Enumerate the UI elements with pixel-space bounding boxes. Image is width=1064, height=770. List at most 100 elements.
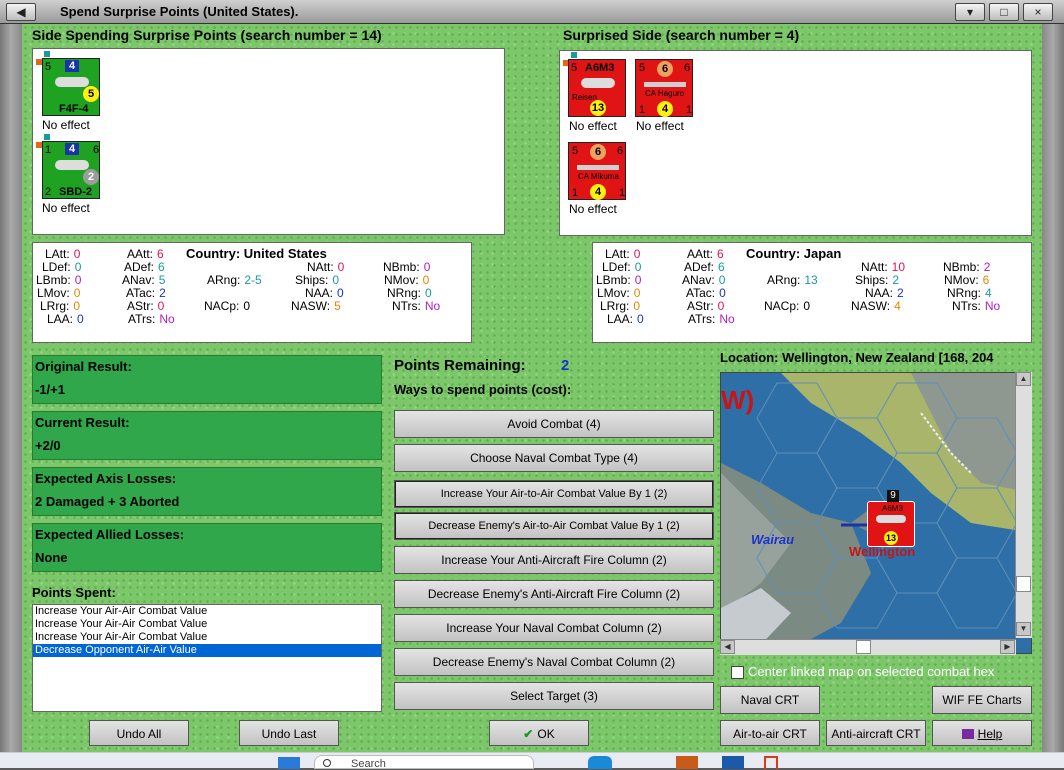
center-map-label: Center linked map on selected combat hex — [748, 664, 995, 679]
stat-ntrs: NTrs: No — [952, 299, 1001, 313]
ok-label: OK — [537, 727, 555, 741]
increase-air-combat-button[interactable]: Increase Your Air-to-Air Combat Value By… — [394, 480, 714, 508]
stat-nasw: NASW: 5 — [291, 299, 341, 313]
window-frame-right — [1042, 24, 1064, 768]
edge-icon[interactable] — [588, 756, 612, 769]
ok-button[interactable]: ✔ OK — [489, 720, 589, 746]
original-result-box: Original Result: -1/+1 — [32, 355, 382, 404]
scroll-thumb[interactable] — [1016, 576, 1031, 592]
system-menu-button[interactable]: ◀ — [6, 3, 36, 21]
axis-losses-box: Expected Axis Losses: 2 Damaged + 3 Abor… — [32, 467, 382, 516]
plane-icon — [876, 515, 906, 523]
unit-name: F4F-4 — [59, 103, 89, 115]
unit-counter-a6m3[interactable]: 5 A6M3 Reisen 13 — [568, 59, 626, 117]
map-unit-stack[interactable]: A6M3 13 — [867, 501, 915, 547]
center-map-checkbox[interactable] — [731, 666, 744, 679]
air-to-air-crt-button[interactable]: Air-to-air CRT — [720, 720, 820, 746]
scroll-up-arrow[interactable]: ▲ — [1016, 372, 1031, 386]
app-icon[interactable] — [722, 756, 744, 769]
scroll-down-arrow[interactable]: ▼ — [1016, 622, 1031, 636]
country-label: Country: United States — [186, 246, 327, 261]
decrease-enemy-air-combat-button[interactable]: Decrease Enemy's Air-to-Air Combat Value… — [394, 512, 714, 540]
unit-top-left: 5 — [572, 145, 579, 157]
stat-arng: ARng: 13 — [767, 273, 818, 287]
unit-top-mid: 6 — [657, 61, 673, 77]
surprised-side-header: Surprised Side (search number = 4) — [563, 27, 800, 43]
dialog-client-area: Side Spending Surprise Points (search nu… — [22, 24, 1042, 768]
search-icon — [323, 759, 331, 767]
stat-latt: LAtt: 0 — [45, 247, 81, 261]
ship-icon — [644, 82, 686, 87]
stats-japan: LAtt: 0 LDef: 0 LBmb: 0 LMov: 0 LRrg: 0 LAA: 0… — [592, 242, 1032, 343]
select-marker — [44, 51, 50, 57]
stat-lbmb: LBmb: 0 — [596, 273, 642, 287]
taskbar-search[interactable]: Search — [314, 755, 534, 770]
unit-name: CA Haguro — [645, 89, 685, 98]
list-item[interactable]: Decrease Opponent Air-Air Value — [33, 644, 381, 657]
app-icon[interactable] — [764, 756, 778, 769]
stat-atac: ATac: 2 — [126, 286, 166, 300]
increase-anti-aircraft-button[interactable]: Increase Your Anti-Aircraft Fire Column … — [394, 546, 714, 574]
close-button[interactable]: × — [1023, 3, 1053, 21]
unit-effect: No effect — [569, 119, 617, 133]
unit-top-left: 5 — [571, 62, 578, 74]
increase-naval-combat-button[interactable]: Increase Your Naval Combat Column (2) — [394, 614, 714, 642]
center-map-checkbox-row[interactable]: Center linked map on selected combat hex — [728, 664, 1032, 682]
stat-lrrg: LRrg: 0 — [600, 299, 641, 313]
map-region-label: W) — [721, 385, 755, 415]
unit-top-right: 6 — [617, 145, 624, 157]
axis-losses-value: 2 Damaged + 3 Aborted — [35, 494, 180, 509]
stat-nacp: NACp: 0 — [764, 299, 811, 313]
unit-counter-ca-mikuma[interactable]: 5 6 6 CA Mikuma 1 4 1 — [568, 142, 626, 200]
scroll-thumb[interactable] — [856, 640, 871, 654]
unit-counter-f4f4[interactable]: 5 4 5 F4F-4 — [42, 58, 100, 116]
anti-aircraft-crt-button[interactable]: Anti-aircraft CRT — [826, 720, 926, 746]
list-item[interactable]: Increase Your Air-Air Combat Value — [33, 631, 381, 644]
scroll-left-arrow[interactable]: ◀ — [720, 640, 735, 654]
allied-losses-box: Expected Allied Losses: None — [32, 523, 382, 572]
undo-last-button[interactable]: Undo Last — [239, 720, 339, 746]
stat-aatt: AAtt: 6 — [687, 247, 724, 261]
list-item[interactable]: Increase Your Air-Air Combat Value — [33, 605, 381, 618]
avoid-combat-button[interactable]: Avoid Combat (4) — [394, 410, 714, 438]
game-icon[interactable] — [676, 756, 698, 769]
ship-icon — [577, 165, 619, 170]
linked-map[interactable]: W) Wairau Wellington A6M3 13 9 — [720, 372, 1032, 654]
choose-naval-combat-type-button[interactable]: Choose Naval Combat Type (4) — [394, 444, 714, 472]
stat-lbmb: LBmb: 0 — [36, 273, 82, 287]
minimize-button[interactable]: ▾ — [955, 3, 985, 21]
allied-losses-label: Expected Allied Losses: — [35, 527, 185, 542]
unit-name: CA Mikuma — [578, 172, 619, 181]
map-unit-val: 13 — [884, 531, 898, 545]
help-book-icon — [961, 729, 974, 739]
map-horizontal-scrollbar[interactable]: ◀ ▶ — [720, 639, 1016, 655]
decrease-enemy-naval-combat-button[interactable]: Decrease Enemy's Naval Combat Column (2) — [394, 648, 714, 676]
maximize-button[interactable]: □ — [989, 3, 1019, 21]
stat-lmov: LMov: 0 — [597, 286, 641, 300]
help-button[interactable]: Help — [932, 720, 1032, 746]
scroll-right-arrow[interactable]: ▶ — [1000, 640, 1015, 654]
map-vertical-scrollbar[interactable]: ▲ ▼ — [1015, 372, 1032, 638]
unit-counter-ca-haguro[interactable]: 5 6 6 CA Haguro 1 4 1 — [635, 59, 693, 117]
allied-losses-value: None — [35, 550, 68, 565]
unit-top-mid: 4 — [65, 143, 79, 155]
ways-to-spend-label: Ways to spend points (cost): — [394, 382, 572, 397]
points-spent-list[interactable]: Increase Your Air-Air Combat Value Incre… — [32, 604, 382, 712]
wif-fe-charts-button[interactable]: WIF FE Charts — [932, 686, 1032, 714]
stat-laa: LAA: 0 — [607, 312, 644, 326]
naval-crt-button[interactable]: Naval CRT — [720, 686, 820, 714]
undo-all-button[interactable]: Undo All — [89, 720, 189, 746]
unit-counter-sbd2[interactable]: 1 4 6 2 2 SBD-2 — [42, 141, 100, 199]
start-icon[interactable] — [278, 757, 300, 769]
unit-bottom-val: 13 — [590, 100, 606, 116]
unit-bottom-mid: 4 — [657, 101, 673, 117]
spending-side-header: Side Spending Surprise Points (search nu… — [32, 27, 382, 43]
unit-effect: No effect — [42, 201, 90, 215]
checkmark-icon: ✔ — [523, 727, 534, 741]
select-target-button[interactable]: Select Target (3) — [394, 682, 714, 710]
decrease-enemy-anti-aircraft-button[interactable]: Decrease Enemy's Anti-Aircraft Fire Colu… — [394, 580, 714, 608]
unit-effect: No effect — [42, 118, 90, 132]
points-remaining-value: 2 — [561, 357, 570, 374]
list-item[interactable]: Increase Your Air-Air Combat Value — [33, 618, 381, 631]
unit-bottom-left: 1 — [572, 187, 579, 199]
